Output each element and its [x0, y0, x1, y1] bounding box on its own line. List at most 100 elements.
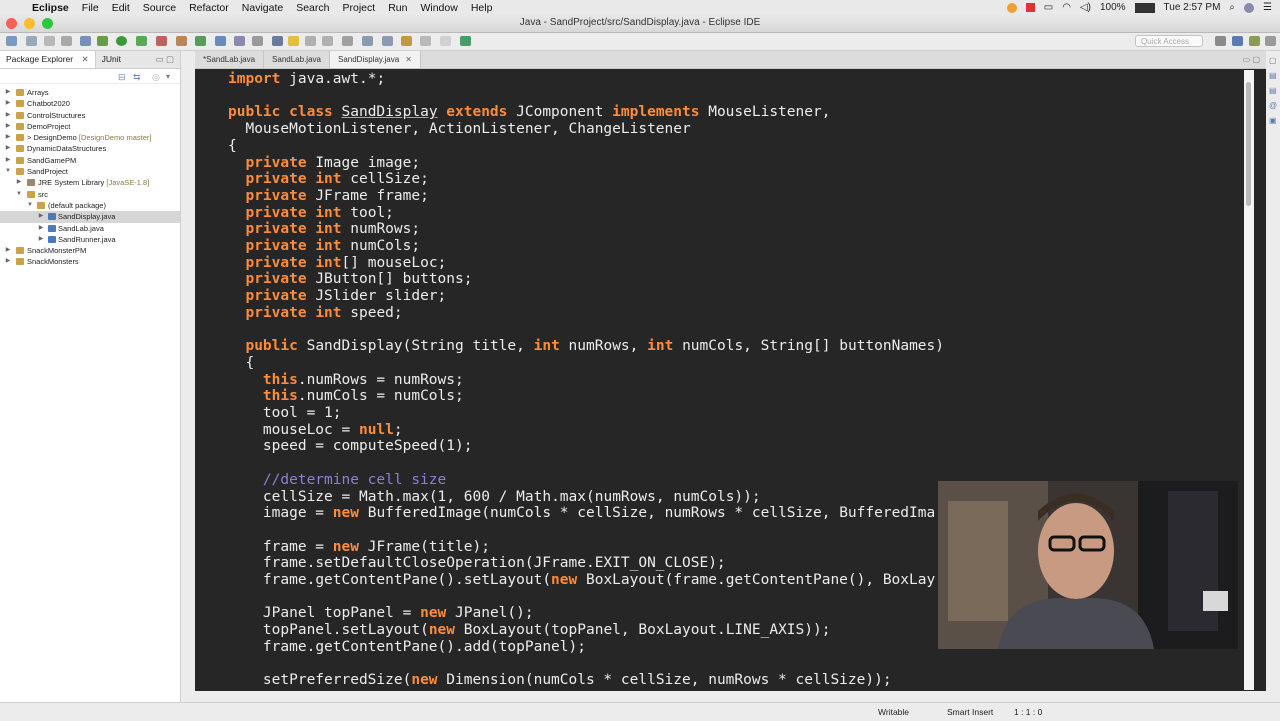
cast-icon[interactable]: ▭ [1044, 2, 1053, 13]
show-whitespace-icon[interactable] [305, 36, 316, 46]
menu-navigate[interactable]: Navigate [242, 2, 292, 14]
expand-icon[interactable]: ▶ [4, 121, 12, 132]
recording-icon[interactable] [1025, 3, 1035, 12]
code-line[interactable]: private int cellSize; [228, 171, 428, 187]
menu-project[interactable]: Project [343, 2, 385, 14]
app-status-icon[interactable] [1006, 2, 1017, 13]
tree-item-dynamicdatastructures[interactable]: ▶ DynamicDataStructures [0, 143, 180, 154]
close-tab-icon[interactable]: ✕ [81, 54, 88, 64]
expand-icon[interactable]: ▶ [4, 155, 12, 166]
java-perspective-icon[interactable] [1232, 36, 1243, 46]
quick-access-input[interactable]: Quick Access [1135, 35, 1203, 47]
code-line[interactable]: this.numCols = numCols; [228, 388, 464, 404]
expand-icon[interactable]: ▶ [4, 110, 12, 121]
focus-icon[interactable]: ◎ [152, 72, 160, 83]
code-line[interactable]: tool = 1; [228, 405, 342, 421]
expand-icon[interactable]: ▶ [4, 98, 12, 109]
expand-icon[interactable]: ▶ [4, 143, 12, 154]
pilcrow-icon[interactable] [342, 36, 353, 46]
expand-icon[interactable]: ▶ [4, 87, 12, 98]
new-package-icon[interactable] [195, 36, 206, 46]
battery-icon[interactable] [1134, 2, 1155, 13]
menu-edit[interactable]: Edit [112, 2, 139, 14]
git-perspective-icon[interactable] [1265, 36, 1276, 46]
debug-perspective-icon[interactable] [1249, 36, 1260, 46]
expand-icon[interactable]: ▶ [37, 211, 45, 222]
tree-item-sandrunner-java[interactable]: ▶ SandRunner.java [0, 234, 180, 245]
tab-junit[interactable]: JUnit [96, 51, 127, 68]
print-icon[interactable] [61, 36, 72, 46]
code-line[interactable]: JPanel topPanel = new JPanel(); [228, 605, 534, 621]
menu-window[interactable]: Window [420, 2, 466, 14]
external-tools-icon[interactable] [156, 36, 167, 46]
collapse-icon[interactable]: ▼ [4, 166, 12, 177]
code-line[interactable]: private Image image; [228, 155, 420, 171]
toggle-icon[interactable] [80, 36, 91, 46]
code-line[interactable]: setPreferredSize(new Dimension(numCols *… [228, 672, 892, 688]
forward-icon[interactable] [440, 36, 451, 46]
code-line[interactable]: MouseMotionListener, ActionListener, Cha… [228, 121, 690, 137]
search-icon[interactable] [252, 36, 263, 46]
new-icon[interactable] [6, 36, 17, 46]
tree-item-sandgamepm[interactable]: ▶ SandGamePM [0, 155, 180, 166]
code-line[interactable]: mouseLoc = null; [228, 422, 403, 438]
open-type-icon[interactable] [234, 36, 245, 46]
previous-annotation-icon[interactable] [382, 36, 393, 46]
expand-icon[interactable]: ▶ [4, 256, 12, 267]
code-line[interactable]: public SandDisplay(String title, int num… [228, 338, 944, 354]
code-line[interactable]: import java.awt.*; [228, 71, 385, 87]
problems-icon[interactable]: ▤ [1269, 86, 1277, 95]
code-line[interactable]: private int tool; [228, 205, 393, 221]
user-avatar-icon[interactable] [1244, 2, 1255, 13]
expand-icon[interactable]: ▶ [15, 177, 23, 188]
code-line[interactable]: frame = new JFrame(title); [228, 539, 490, 555]
maximize-editor-icon[interactable]: ▭ ▢ [1243, 51, 1260, 68]
code-line[interactable]: image = new BufferedImage(numCols * cell… [228, 505, 935, 521]
menu-run[interactable]: Run [388, 2, 416, 14]
code-line[interactable]: public class SandDisplay extends JCompon… [228, 104, 830, 120]
code-line[interactable]: frame.getContentPane().setLayout(new Box… [228, 572, 935, 588]
tree-item-sanddisplay-java[interactable]: ▶ SandDisplay.java [0, 211, 180, 223]
expand-icon[interactable]: ▶ [4, 245, 12, 256]
code-line[interactable]: private int numRows; [228, 221, 420, 237]
block-selection-icon[interactable] [322, 36, 333, 46]
code-line[interactable]: topPanel.setLayout(new BoxLayout(topPane… [228, 622, 831, 638]
code-line[interactable]: private int[] mouseLoc; [228, 255, 446, 271]
new-java-project-icon[interactable] [176, 36, 187, 46]
console-icon[interactable]: ▣ [1269, 116, 1277, 125]
code-line[interactable]: { [228, 138, 237, 154]
tab-sandlab[interactable]: SandLab.java [264, 51, 330, 68]
menu-eclipse[interactable]: Eclipse [32, 2, 78, 14]
outline-icon[interactable]: ▤ [1269, 71, 1277, 80]
tree-item-demoproject[interactable]: ▶ DemoProject [0, 121, 180, 132]
back-icon[interactable] [420, 36, 431, 46]
save-all-icon[interactable] [44, 36, 55, 46]
collapse-icon[interactable]: ▼ [26, 200, 34, 211]
code-line[interactable]: //determine cell size [228, 472, 446, 488]
code-line[interactable]: private JButton[] buttons; [228, 271, 472, 287]
code-line[interactable]: frame.setDefaultCloseOperation(JFrame.EX… [228, 555, 726, 571]
pin-editor-icon[interactable] [460, 36, 471, 46]
menu-search[interactable]: Search [296, 2, 338, 14]
tab-package-explorer[interactable]: Package Explorer ✕ [0, 51, 96, 68]
tree-item-snackmonsterpm[interactable]: ▶ SnackMonsterPM [0, 245, 180, 256]
tree-item-src[interactable]: ▼ src [0, 189, 180, 200]
volume-icon[interactable]: ◁) [1080, 2, 1091, 13]
notification-center-icon[interactable]: ☰ [1263, 2, 1272, 13]
annotation-icon[interactable] [272, 36, 283, 46]
code-line[interactable]: speed = computeSpeed(1); [228, 438, 473, 454]
expand-icon[interactable]: ▶ [37, 234, 45, 245]
scrollbar-thumb[interactable] [1246, 82, 1251, 206]
code-line[interactable]: frame.getContentPane().add(topPanel); [228, 639, 586, 655]
tree-item-chatbot2020[interactable]: ▶ Chatbot2020 [0, 98, 180, 109]
tree-item-default-package[interactable]: ▼ (default package) [0, 200, 180, 211]
restore-icon[interactable]: ▢ [1269, 56, 1277, 65]
code-line[interactable]: private int numCols; [228, 238, 420, 254]
code-line[interactable]: private int speed; [228, 305, 402, 321]
open-perspective-icon[interactable] [1215, 36, 1226, 46]
save-icon[interactable] [26, 36, 37, 46]
new-class-icon[interactable] [215, 36, 226, 46]
code-line[interactable]: private JFrame frame; [228, 188, 428, 204]
horizontal-scrollbar[interactable] [195, 691, 1244, 701]
tab-sanddisplay[interactable]: SandDisplay.java ✕ [329, 51, 421, 68]
